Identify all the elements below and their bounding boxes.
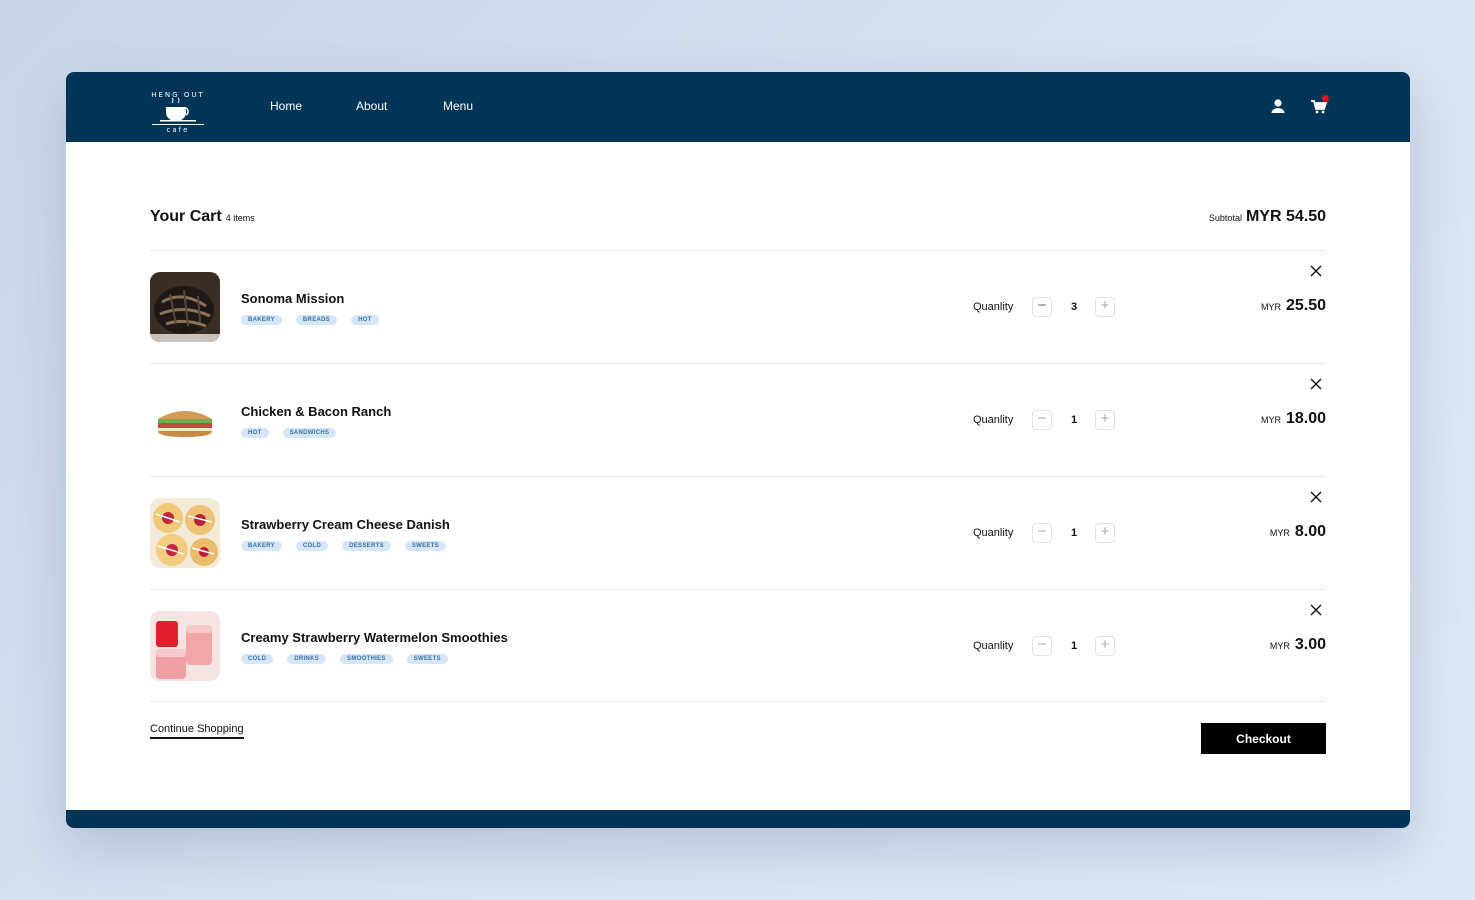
subtotal-value: MYR 54.50 [1245,208,1326,225]
tag[interactable]: SWEETS [406,654,448,664]
cart-item: Chicken & Bacon Ranch HOT SANDWICHS Quan… [150,364,1326,476]
cart-title: Your Cart [150,208,222,225]
item-tags: HOT SANDWICHS [241,428,337,438]
quantity-value: 1 [1070,640,1078,652]
navbar: HENG OUT cafe Home About Menu [66,72,1410,142]
item-name[interactable]: Chicken & Bacon Ranch [241,404,391,419]
tag[interactable]: SMOOTHIES [340,654,393,664]
currency-label: MYR [1260,415,1281,425]
nav-home[interactable]: Home [270,99,302,113]
product-image-smoothie [150,611,220,681]
item-tags: BAKERY COLD DESSERTS SWEETS [241,541,447,551]
minus-icon[interactable]: − [1032,523,1052,543]
product-image-sandwich [150,385,220,455]
continue-shopping-link[interactable]: Continue Shopping [150,723,244,739]
cart-badge [1322,95,1329,102]
currency-label: MYR [1260,302,1281,312]
close-icon[interactable] [1309,264,1323,278]
plus-icon[interactable]: + [1095,297,1115,317]
product-image-danish [150,498,220,568]
price-value: 3.00 [1294,636,1326,653]
item-name[interactable]: Sonoma Mission [241,291,344,306]
tag[interactable]: SANDWICHS [282,428,337,438]
minus-icon[interactable]: − [1032,636,1052,656]
plus-icon[interactable]: + [1095,523,1115,543]
checkout-button[interactable]: Checkout [1201,723,1326,754]
cart-item-count: 4 items [225,213,255,223]
nav-menu[interactable]: Menu [443,99,473,113]
minus-icon[interactable]: − [1032,297,1052,317]
item-price: MYR 3.00 [1270,636,1326,654]
close-icon[interactable] [1309,490,1323,504]
item-price: MYR 25.50 [1261,297,1326,315]
currency-label: MYR [1269,528,1290,538]
minus-icon[interactable]: − [1032,410,1052,430]
quantity-value: 3 [1070,301,1078,313]
item-price: MYR 18.00 [1261,410,1326,428]
quantity-label: Quanlity [973,527,1014,539]
tag[interactable]: BAKERY [241,315,282,325]
subtotal: Subtotal MYR 54.50 [1209,208,1326,226]
user-icon[interactable] [1268,96,1288,116]
tag[interactable]: COLD [295,541,329,551]
plus-icon[interactable]: + [1095,410,1115,430]
quantity-value: 1 [1070,527,1078,539]
cart-item: Creamy Strawberry Watermelon Smoothies C… [150,590,1326,702]
tag[interactable]: COLD [241,654,274,664]
product-image-bread [150,272,220,342]
quantity-label: Quanlity [973,640,1014,652]
cart-item: Sonoma Mission BAKERY BREADS HOT Quanlit… [150,251,1326,363]
plus-icon[interactable]: + [1095,636,1115,656]
close-icon[interactable] [1309,377,1323,391]
subtotal-label: Subtotal [1208,213,1242,223]
tag[interactable]: HOT [241,428,269,438]
footer-bar [66,810,1410,828]
price-value: 18.00 [1285,410,1326,427]
quantity-label: Quanlity [973,301,1014,313]
tag[interactable]: BREADS [295,315,338,325]
item-tags: COLD DRINKS SMOOTHIES SWEETS [241,654,448,664]
close-icon[interactable] [1309,603,1323,617]
quantity-label: Quanlity [973,414,1014,426]
price-value: 25.50 [1285,297,1326,314]
nav-about[interactable]: About [356,99,387,113]
tag[interactable]: HOT [351,315,379,325]
price-value: 8.00 [1294,523,1326,540]
cart-item: Strawberry Cream Cheese Danish BAKERY CO… [150,477,1326,589]
tag[interactable]: DRINKS [287,654,327,664]
cafe-logo[interactable]: HENG OUT cafe [148,81,208,133]
app-window: HENG OUT cafe Home About Menu Your Cart … [66,72,1410,828]
tag[interactable]: DESSERTS [342,541,391,551]
tag[interactable]: BAKERY [241,541,282,551]
item-tags: BAKERY BREADS HOT [241,315,379,325]
divider [150,701,1326,702]
quantity-value: 1 [1070,414,1078,426]
currency-label: MYR [1269,641,1290,651]
logo-bottom-text: cafe [167,126,190,133]
logo-top-text: HENG OUT [151,91,204,99]
cart-icon[interactable] [1309,95,1329,116]
item-name[interactable]: Strawberry Cream Cheese Danish [241,517,450,532]
cart-heading: Your Cart 4 items [150,208,255,226]
item-price: MYR 8.00 [1270,523,1326,541]
item-name[interactable]: Creamy Strawberry Watermelon Smoothies [241,630,508,645]
tag[interactable]: SWEETS [404,541,447,551]
